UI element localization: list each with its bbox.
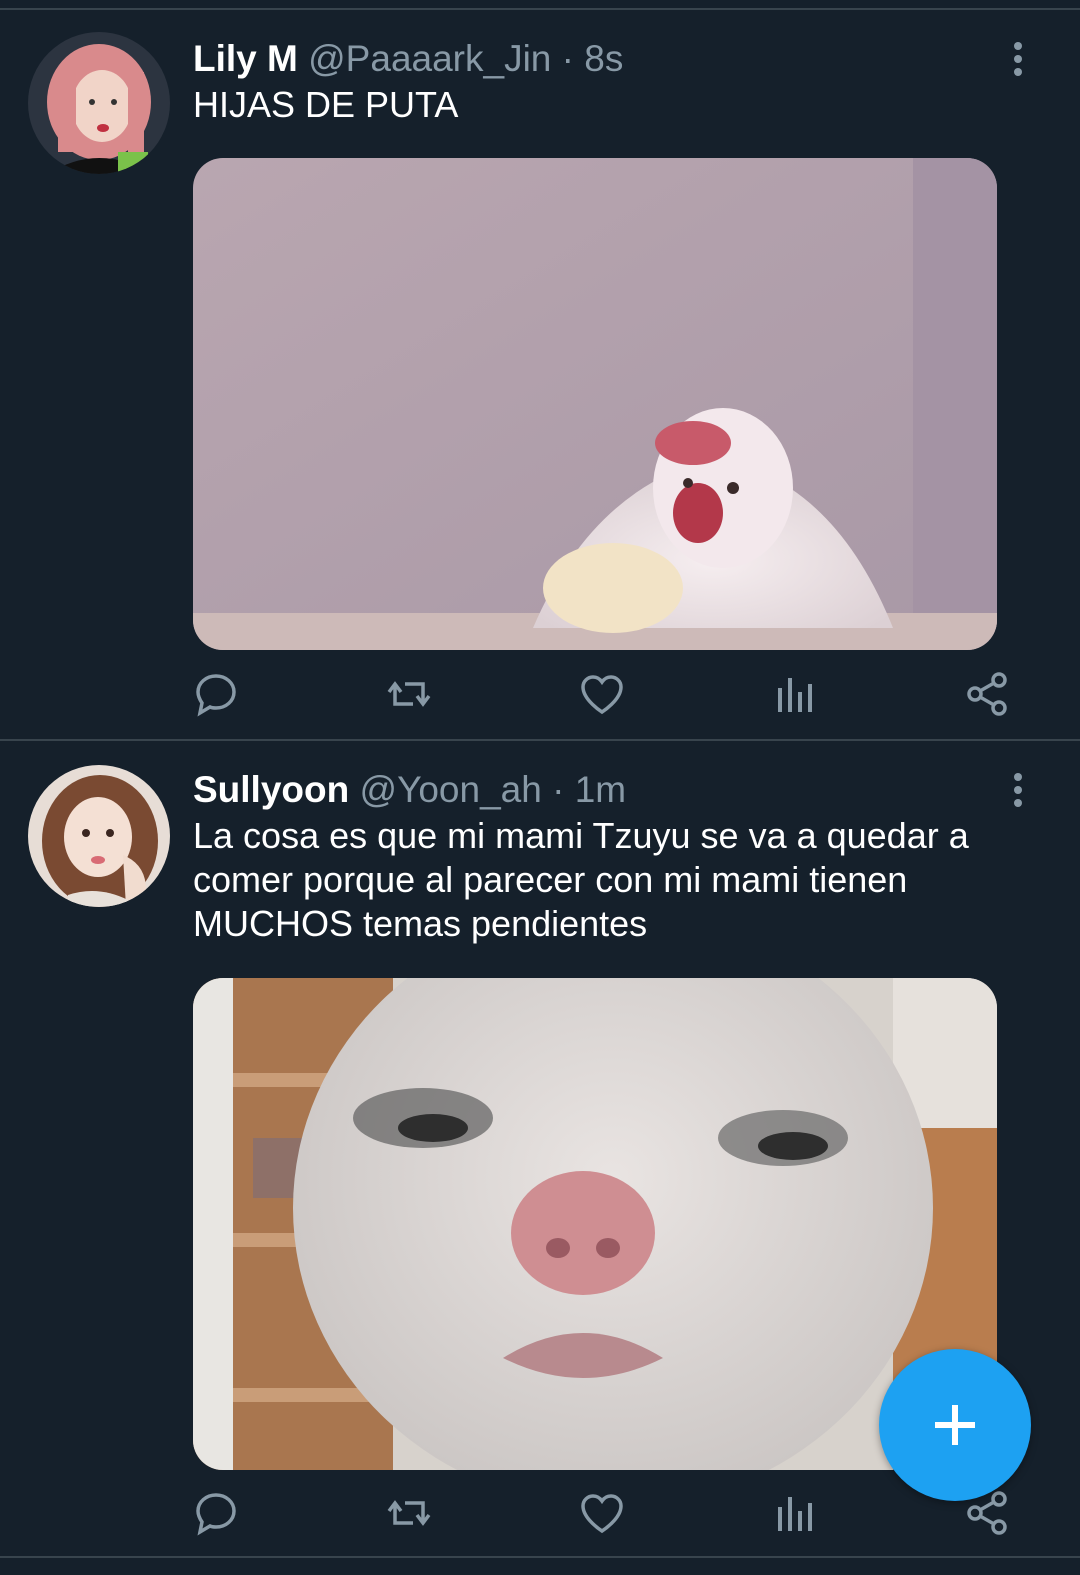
tweet-divider bbox=[0, 1556, 1080, 1558]
tweet-actions bbox=[0, 670, 1080, 720]
tweet-header: Lily M @Paaaark_Jin · 8s bbox=[193, 38, 623, 80]
timestamp[interactable]: · 8s bbox=[562, 38, 624, 79]
tweet-text: La cosa es que mi mami Tzuyu se va a que… bbox=[193, 815, 969, 944]
like-icon[interactable] bbox=[578, 670, 626, 718]
display-name[interactable]: Lily M bbox=[193, 38, 298, 79]
retweet-icon[interactable] bbox=[385, 1489, 433, 1537]
tweet-media-image[interactable] bbox=[193, 158, 997, 650]
retweet-icon[interactable] bbox=[385, 670, 433, 718]
analytics-icon[interactable] bbox=[770, 670, 818, 718]
display-name[interactable]: Sullyoon bbox=[193, 769, 349, 810]
tweet-1[interactable]: Lily M @Paaaark_Jin · 8s HIJAS DE PUTA bbox=[0, 0, 1080, 740]
tweet-media-image[interactable] bbox=[193, 978, 997, 1470]
avatar[interactable] bbox=[28, 32, 170, 174]
tweet-text: HIJAS DE PUTA bbox=[193, 84, 459, 125]
share-icon[interactable] bbox=[963, 670, 1011, 718]
like-icon[interactable] bbox=[578, 1489, 626, 1537]
handle[interactable]: @Paaaark_Jin bbox=[308, 38, 551, 79]
reply-icon[interactable] bbox=[192, 670, 240, 718]
analytics-icon[interactable] bbox=[770, 1489, 818, 1537]
more-vertical-icon[interactable] bbox=[1008, 42, 1028, 82]
handle[interactable]: @Yoon_ah bbox=[360, 769, 542, 810]
tweet-actions bbox=[0, 1489, 1080, 1539]
compose-tweet-button[interactable] bbox=[879, 1349, 1031, 1501]
tweet-header: Sullyoon @Yoon_ah · 1m bbox=[193, 769, 626, 811]
plus-icon bbox=[935, 1405, 975, 1445]
more-vertical-icon[interactable] bbox=[1008, 773, 1028, 813]
avatar[interactable] bbox=[28, 765, 170, 907]
reply-icon[interactable] bbox=[192, 1489, 240, 1537]
timestamp[interactable]: · 1m bbox=[552, 769, 626, 810]
